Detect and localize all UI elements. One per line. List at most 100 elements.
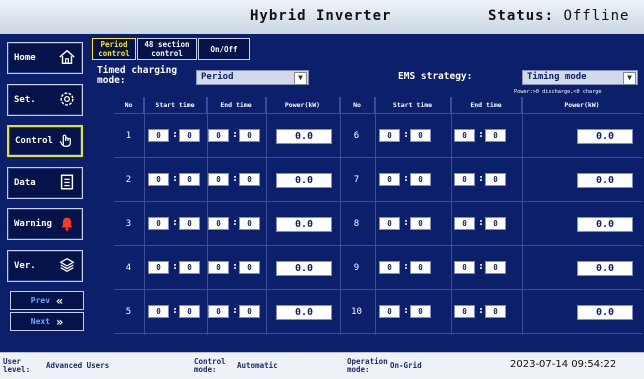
tab-label: control [151, 49, 183, 58]
sidebar-item-control[interactable]: Control [7, 125, 83, 157]
select-value: Timing mode [527, 72, 587, 82]
prev-button[interactable]: Prev « [10, 291, 84, 310]
end-minute-input[interactable]: 0 [485, 173, 506, 186]
datetime: 2023-07-14 09:54:22 [510, 359, 617, 370]
sidebar-item-ver[interactable]: Ver. [7, 250, 83, 282]
end-hour-input[interactable]: 0 [208, 217, 229, 230]
power-input[interactable]: 0.0 [276, 173, 332, 188]
time-separator: : [478, 305, 485, 316]
start-minute-input[interactable]: 0 [410, 261, 431, 274]
time-separator: : [403, 217, 410, 228]
power-input[interactable]: 0.0 [577, 173, 633, 188]
user-level-label: User level: [3, 358, 30, 374]
start-minute-input[interactable]: 0 [179, 173, 200, 186]
double-chevron-right-icon: » [56, 314, 64, 329]
power-input[interactable]: 0.0 [276, 129, 332, 144]
start-hour-input[interactable]: 0 [148, 173, 169, 186]
end-hour-input[interactable]: 0 [454, 217, 475, 230]
status-label: Status: [488, 8, 555, 24]
row-number: 9 [353, 263, 360, 273]
start-hour-input[interactable]: 0 [379, 217, 400, 230]
user-level-value: Advanced Users [46, 361, 110, 370]
mode-label-line: mode: [97, 75, 126, 86]
column-header: Power(kW) [266, 97, 340, 114]
end-hour-input[interactable]: 0 [208, 173, 229, 186]
end-minute-input[interactable]: 0 [485, 305, 506, 318]
time-separator: : [172, 305, 179, 316]
start-hour-input[interactable]: 0 [148, 217, 169, 230]
sidebar-item-data[interactable]: Data [7, 167, 83, 199]
start-hour-input[interactable]: 0 [379, 173, 400, 186]
sidebar-item-set[interactable]: Set. [7, 84, 83, 116]
start-minute-input[interactable]: 0 [179, 305, 200, 318]
start-minute-input[interactable]: 0 [179, 129, 200, 142]
next-button[interactable]: Next » [10, 312, 84, 331]
time-separator: : [232, 173, 239, 184]
column-divider [451, 97, 452, 335]
end-minute-input[interactable]: 0 [239, 261, 260, 274]
start-hour-input[interactable]: 0 [148, 261, 169, 274]
start-minute-input[interactable]: 0 [410, 173, 431, 186]
start-minute-input[interactable]: 0 [410, 217, 431, 230]
end-minute-input[interactable]: 0 [239, 305, 260, 318]
chevron-down-icon: ▼ [294, 72, 307, 85]
start-hour-input[interactable]: 0 [148, 129, 169, 142]
tab-on-off[interactable]: On/Off [198, 38, 250, 60]
time-separator: : [172, 261, 179, 272]
end-hour-input[interactable]: 0 [208, 305, 229, 318]
end-minute-input[interactable]: 0 [239, 217, 260, 230]
tab-period-control[interactable]: Period control [92, 38, 136, 60]
time-separator: : [403, 129, 410, 140]
row-number: 3 [125, 219, 132, 229]
power-input[interactable]: 0.0 [577, 129, 633, 144]
sidebar-item-warning[interactable]: Warning [7, 208, 83, 240]
time-separator: : [403, 173, 410, 184]
sidebar-item-label: Warning [14, 219, 52, 229]
footer-label-line: level: [3, 365, 31, 374]
column-header: No [340, 97, 375, 114]
end-minute-input[interactable]: 0 [239, 129, 260, 142]
end-hour-input[interactable]: 0 [454, 305, 475, 318]
time-separator: : [232, 129, 239, 140]
start-minute-input[interactable]: 0 [179, 261, 200, 274]
end-minute-input[interactable]: 0 [485, 129, 506, 142]
tab-48-section-control[interactable]: 48 section control [137, 38, 197, 60]
start-minute-input[interactable]: 0 [179, 217, 200, 230]
time-separator: : [478, 173, 485, 184]
bell-icon [58, 214, 76, 235]
tab-label: control [98, 49, 130, 58]
power-input[interactable]: 0.0 [577, 261, 633, 276]
power-input[interactable]: 0.0 [577, 217, 633, 232]
row-number: 7 [353, 175, 360, 185]
start-hour-input[interactable]: 0 [379, 261, 400, 274]
start-hour-input[interactable]: 0 [379, 129, 400, 142]
start-hour-input[interactable]: 0 [379, 305, 400, 318]
end-minute-input[interactable]: 0 [485, 217, 506, 230]
end-hour-input[interactable]: 0 [454, 173, 475, 186]
select-value: Period [201, 72, 234, 82]
column-divider [144, 97, 145, 335]
end-minute-input[interactable]: 0 [239, 173, 260, 186]
double-chevron-left-icon: « [56, 293, 64, 308]
power-input[interactable]: 0.0 [276, 261, 332, 276]
power-input[interactable]: 0.0 [276, 305, 332, 320]
start-minute-input[interactable]: 0 [410, 305, 431, 318]
end-minute-input[interactable]: 0 [485, 261, 506, 274]
power-input[interactable]: 0.0 [577, 305, 633, 320]
power-input[interactable]: 0.0 [276, 217, 332, 232]
timed-charging-mode-select[interactable]: Period ▼ [196, 70, 309, 85]
end-hour-input[interactable]: 0 [208, 129, 229, 142]
end-hour-input[interactable]: 0 [454, 129, 475, 142]
time-separator: : [172, 173, 179, 184]
tab-label: 48 section [144, 40, 190, 49]
status-indicator: Status: Offline [488, 8, 629, 24]
table-row: 3 0:0 0:0 0.0 8 0:0 0:0 0.0 [114, 202, 642, 246]
end-hour-input[interactable]: 0 [454, 261, 475, 274]
tab-label: Period [100, 40, 128, 49]
ems-strategy-select[interactable]: Timing mode ▼ [522, 70, 638, 85]
sidebar-item-home[interactable]: Home [7, 42, 83, 74]
start-hour-input[interactable]: 0 [148, 305, 169, 318]
end-hour-input[interactable]: 0 [208, 261, 229, 274]
time-separator: : [478, 261, 485, 272]
start-minute-input[interactable]: 0 [410, 129, 431, 142]
